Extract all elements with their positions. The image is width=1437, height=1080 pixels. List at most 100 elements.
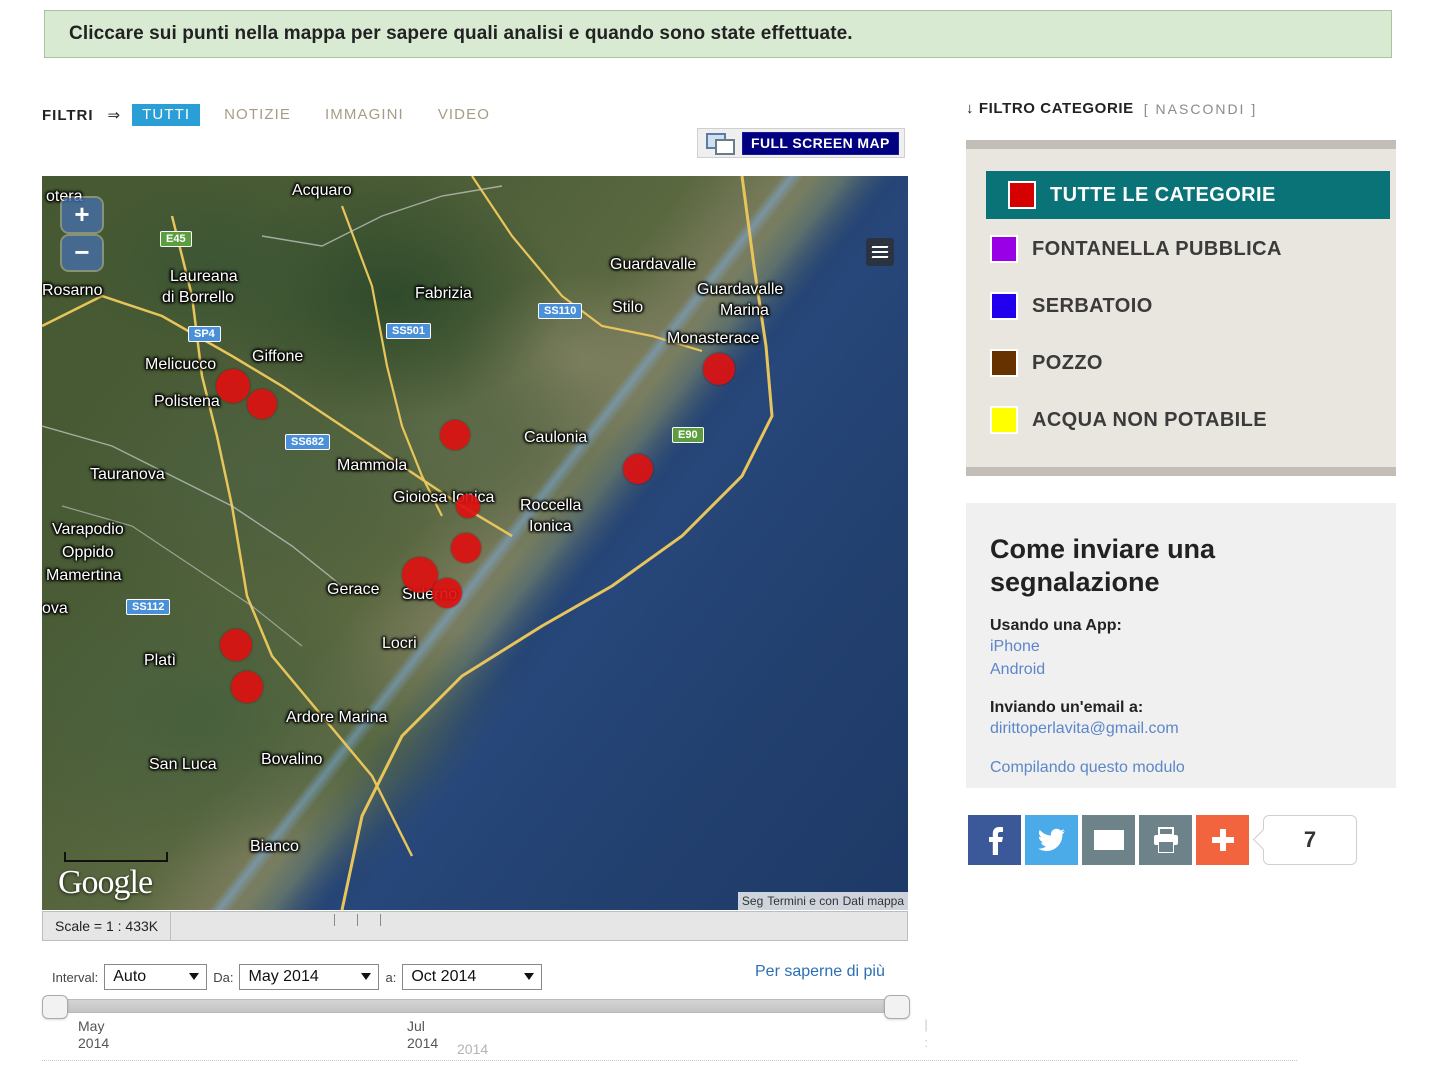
category-filter-toggle[interactable]: [ NASCONDI ] bbox=[1144, 101, 1257, 117]
map-place-label: Guardavalle bbox=[697, 281, 784, 298]
info-banner-text: Cliccare sui punti nella mappa per saper… bbox=[69, 23, 853, 44]
map-marker[interactable] bbox=[440, 420, 470, 450]
map-place-label: Fabrizia bbox=[415, 285, 472, 302]
category-item-acqua-non-potabile[interactable]: ACQUA NON POTABILE bbox=[990, 400, 1396, 440]
map-layers-icon[interactable] bbox=[866, 238, 894, 266]
map-road-shield: E90 bbox=[672, 427, 704, 443]
interval-select[interactable]: Auto bbox=[104, 964, 208, 990]
howto-email-label: Inviando un'email a: bbox=[990, 699, 1144, 716]
fullscreen-map-control[interactable]: FULL SCREEN MAP bbox=[697, 128, 905, 158]
form-link[interactable]: Compilando questo modulo bbox=[990, 756, 1370, 779]
to-label: a: bbox=[385, 969, 397, 985]
filters-label: FILTRI bbox=[42, 106, 94, 124]
category-filter-title: ↓ FILTRO CATEGORIE bbox=[966, 100, 1134, 117]
category-label: TUTTE LE CATEGORIE bbox=[1050, 183, 1276, 206]
from-date-value: May 2014 bbox=[248, 968, 319, 985]
print-button[interactable] bbox=[1139, 815, 1192, 865]
map-place-label: Gerace bbox=[327, 581, 380, 598]
google-logo: Google bbox=[58, 864, 153, 901]
twitter-icon bbox=[1037, 828, 1065, 851]
category-item-serbatoio[interactable]: SERBATOIO bbox=[990, 286, 1396, 326]
category-filter-panel: TUTTE LE CATEGORIE FONTANELLA PUBBLICA S… bbox=[966, 140, 1396, 476]
android-app-link[interactable]: Android bbox=[990, 658, 1370, 681]
map-place-label: Tauranova bbox=[90, 466, 165, 483]
to-date-select[interactable]: Oct 2014 bbox=[402, 964, 543, 990]
category-label: FONTANELLA PUBBLICA bbox=[1032, 237, 1282, 260]
attribution-report[interactable]: Seg bbox=[742, 894, 763, 908]
timeline-slider-track[interactable] bbox=[52, 999, 898, 1013]
category-label: ACQUA NON POTABILE bbox=[1032, 408, 1267, 431]
attribution-terms[interactable]: Termini e con bbox=[767, 894, 838, 908]
map-marker[interactable] bbox=[703, 353, 735, 385]
timeline-slider[interactable] bbox=[42, 995, 910, 1019]
filter-tab-tutti[interactable]: TUTTI bbox=[132, 104, 201, 126]
arrow-down-icon: ↓ bbox=[966, 100, 975, 117]
map-marker[interactable] bbox=[220, 629, 252, 661]
chevron-down-icon bbox=[189, 973, 200, 980]
map-place-label: Rosarno bbox=[42, 282, 103, 299]
map-marker[interactable] bbox=[623, 454, 653, 484]
map-place-label: Ionica bbox=[529, 518, 572, 535]
plus-icon bbox=[1211, 829, 1234, 851]
map-road-shield: SS112 bbox=[126, 599, 171, 615]
category-swatch bbox=[1008, 181, 1036, 209]
map-marker[interactable] bbox=[231, 671, 263, 703]
map-marker[interactable] bbox=[432, 578, 462, 608]
filters-bar: FILTRI ⇒ TUTTI NOTIZIE IMMAGINI VIDEO bbox=[42, 103, 514, 127]
map-place-label: Giffone bbox=[252, 348, 304, 365]
map-container[interactable]: otera Acquaro Guardavalle Guardavalle Marina… bbox=[42, 176, 908, 910]
timeline-year-label: 2014 bbox=[457, 1041, 489, 1057]
map-place-label: Acquaro bbox=[292, 182, 352, 199]
category-swatch bbox=[990, 292, 1018, 320]
iphone-app-link[interactable]: iPhone bbox=[990, 635, 1370, 658]
category-label: SERBATOIO bbox=[1032, 294, 1153, 317]
more-info-link[interactable]: Per saperne di più bbox=[755, 963, 885, 981]
timeline-axis: May 2014 Jul 2014 2014 |: bbox=[42, 1016, 1297, 1066]
map-zoom-control[interactable]: + − bbox=[62, 198, 102, 270]
howto-app-label: Usando una App: bbox=[990, 617, 1122, 634]
category-label: POZZO bbox=[1032, 351, 1103, 374]
filter-tab-notizie[interactable]: NOTIZIE bbox=[214, 104, 301, 126]
email-share-button[interactable] bbox=[1082, 815, 1135, 865]
category-swatch bbox=[990, 235, 1018, 263]
map-place-label: Oppido bbox=[62, 544, 114, 561]
email-link[interactable]: dirittoperlavita@gmail.com bbox=[990, 717, 1370, 740]
category-item-tutte-le-categorie[interactable]: TUTTE LE CATEGORIE bbox=[986, 171, 1390, 219]
map-place-label: Ardore Marina bbox=[286, 709, 388, 726]
zoom-in-button[interactable]: + bbox=[62, 198, 102, 232]
map-place-label: Mamertina bbox=[46, 567, 122, 584]
window-icon bbox=[706, 133, 735, 155]
facebook-share-button[interactable] bbox=[968, 815, 1021, 865]
map-marker[interactable] bbox=[216, 369, 250, 403]
filter-tab-immagini[interactable]: IMMAGINI bbox=[315, 104, 414, 126]
attribution-data[interactable]: Dati mappa bbox=[843, 894, 904, 908]
addthis-plus-button[interactable] bbox=[1196, 815, 1249, 865]
twitter-share-button[interactable] bbox=[1025, 815, 1078, 865]
from-date-select[interactable]: May 2014 bbox=[239, 964, 380, 990]
howto-panel: Come inviare una segnalazione Usando una… bbox=[966, 503, 1396, 788]
fullscreen-map-button[interactable]: FULL SCREEN MAP bbox=[742, 131, 899, 155]
zoom-out-button[interactable]: − bbox=[62, 236, 102, 270]
map-marker[interactable] bbox=[451, 533, 481, 563]
chevron-down-icon bbox=[361, 973, 372, 980]
map-scale-bar: Scale = 1 : 433K bbox=[42, 911, 908, 941]
page-root: Cliccare sui punti nella mappa per saper… bbox=[0, 0, 1437, 1080]
category-item-pozzo[interactable]: POZZO bbox=[990, 343, 1396, 383]
map-canvas[interactable]: otera Acquaro Guardavalle Guardavalle Marina… bbox=[42, 176, 908, 910]
share-bar: 7 bbox=[968, 815, 1357, 865]
envelope-icon bbox=[1093, 830, 1124, 850]
category-item-fontanella-pubblica[interactable]: FONTANELLA PUBBLICA bbox=[990, 229, 1396, 269]
map-marker[interactable] bbox=[247, 389, 277, 419]
filter-tab-video[interactable]: VIDEO bbox=[428, 104, 500, 126]
map-place-label: Bianco bbox=[250, 838, 299, 855]
map-place-label: Platì bbox=[144, 652, 177, 669]
interval-label: Interval: bbox=[52, 969, 99, 985]
to-date-value: Oct 2014 bbox=[411, 968, 477, 985]
facebook-icon bbox=[988, 827, 1003, 855]
category-filter-header: ↓ FILTRO CATEGORIE [ NASCONDI ] bbox=[966, 100, 1257, 117]
map-place-label: Roccella bbox=[520, 497, 582, 514]
map-place-label: Caulonia bbox=[524, 429, 588, 446]
map-marker[interactable] bbox=[456, 494, 480, 518]
map-place-label: Stilo bbox=[612, 299, 644, 316]
timeline-tick-may: May 2014 bbox=[78, 1018, 110, 1051]
